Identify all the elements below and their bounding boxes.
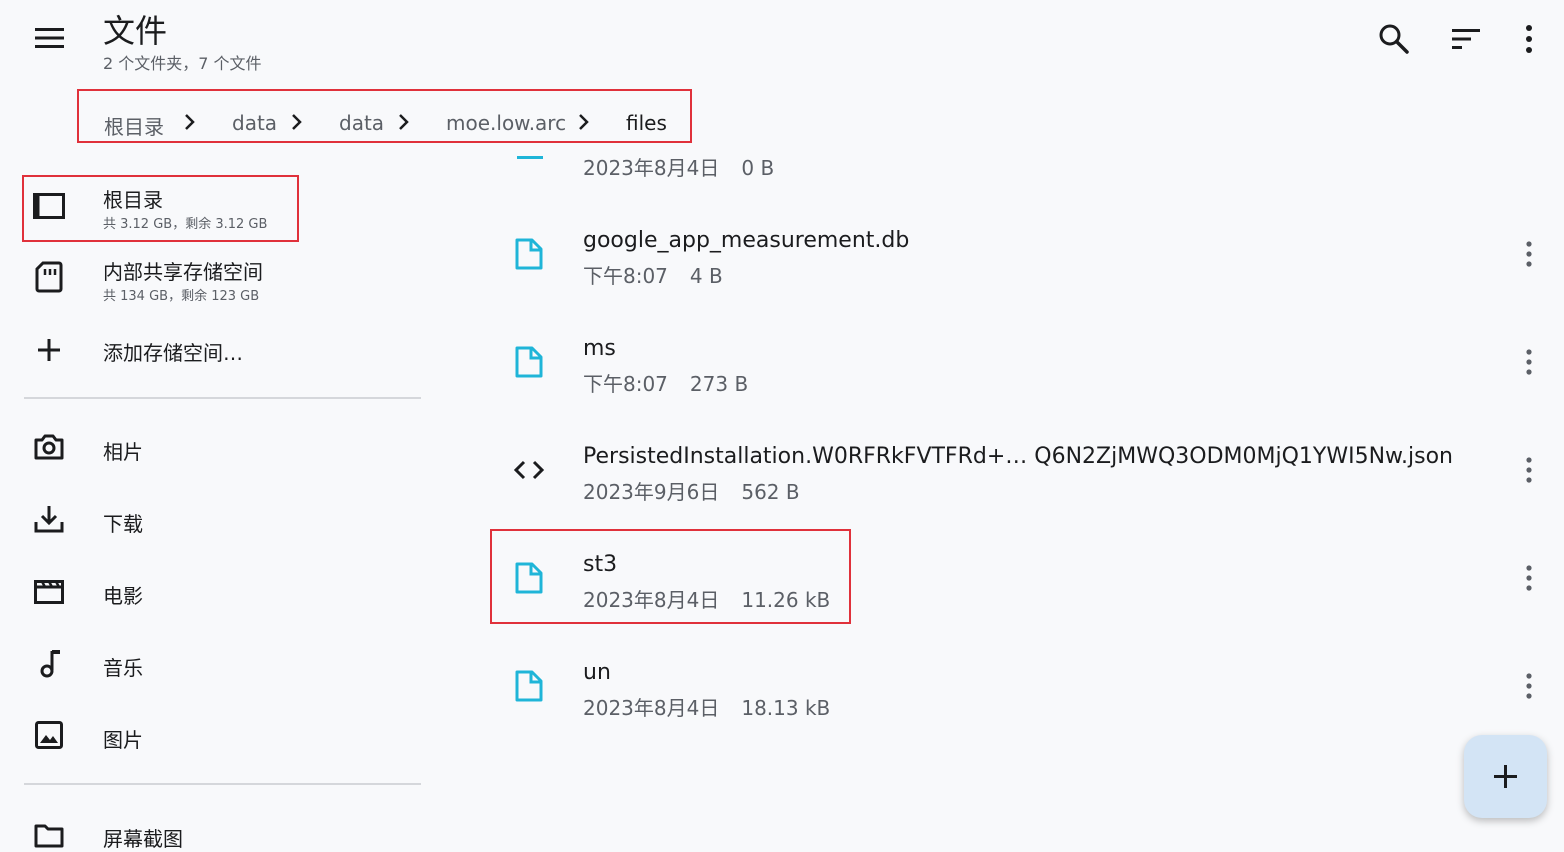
sidebar-item-label: 相片: [103, 440, 143, 464]
add-icon: [1494, 765, 1517, 788]
st3-highlight-box: [490, 529, 851, 624]
file-name: ms: [583, 336, 616, 361]
file-name: google_app_measurement.db: [583, 228, 910, 253]
add-fab-button[interactable]: [1464, 735, 1547, 818]
file-icon: [515, 238, 543, 270]
breadcrumb-item-data-2[interactable]: data: [339, 111, 384, 135]
sidebar-item-screenshots[interactable]: 屏幕截图: [24, 812, 420, 851]
sidebar-item-downloads[interactable]: 下载: [24, 498, 420, 544]
file-row[interactable]: un 2023年8月4日 18.13 kB: [492, 660, 1564, 777]
file-name: PersistedInstallation.W0RFRkFVTFRd+… Q6N…: [583, 444, 1453, 469]
more-vert-icon[interactable]: [1520, 239, 1538, 269]
download-icon: [34, 506, 64, 533]
file-icon: [517, 146, 543, 159]
root-highlight-box: [22, 175, 299, 242]
file-size: 18.13 kB: [741, 696, 831, 720]
folder-icon: [34, 824, 64, 848]
file-name: un: [583, 660, 611, 685]
breadcrumb-item-package[interactable]: moe.low.arc: [446, 111, 566, 135]
search-button[interactable]: [1377, 22, 1411, 56]
sort-icon: [1452, 29, 1480, 49]
overflow-menu-button[interactable]: [1518, 22, 1540, 56]
file-date: 2023年9月6日: [583, 480, 720, 504]
sidebar-item-label: 音乐: [103, 656, 143, 680]
file-icon: [515, 670, 543, 702]
file-meta: 下午8:07 4 B: [583, 260, 723, 289]
menu-icon: [35, 28, 64, 48]
sidebar-item-internal-storage[interactable]: 内部共享存储空间 共 134 GB，剩余 123 GB: [24, 252, 420, 312]
breadcrumb-item-data[interactable]: data: [232, 111, 277, 135]
file-size: 0 B: [741, 156, 775, 180]
storage-usage-text: 共 134 GB，剩余 123 GB: [103, 289, 260, 304]
page-subtitle: 2 个文件夹，7 个文件: [103, 54, 262, 73]
camera-icon: [34, 434, 64, 460]
file-size: 273 B: [689, 372, 749, 396]
sidebar-item-photos[interactable]: 相片: [24, 426, 420, 472]
file-icon: [515, 346, 543, 378]
menu-button[interactable]: [30, 22, 68, 54]
code-icon: [513, 460, 545, 480]
music-note-icon: [40, 650, 60, 678]
sidebar-item-pictures[interactable]: 图片: [24, 714, 420, 760]
chevron-right-icon: [292, 114, 302, 130]
sidebar-divider: [24, 783, 421, 785]
chevron-right-icon: [579, 114, 589, 130]
breadcrumb-item-root[interactable]: 根目录: [104, 111, 164, 140]
sd-card-icon: [35, 261, 63, 293]
chevron-right-icon: [185, 114, 195, 130]
page-title: 文件: [103, 12, 168, 50]
more-vert-icon[interactable]: [1520, 671, 1538, 701]
file-meta: 2023年8月4日 18.13 kB: [583, 692, 830, 721]
file-meta: 下午8:07 273 B: [583, 368, 748, 397]
breadcrumb-item-current[interactable]: files: [626, 111, 667, 135]
sidebar-item-label: 内部共享存储空间: [103, 260, 263, 284]
sidebar-item-music[interactable]: 音乐: [24, 642, 420, 688]
sidebar-divider: [24, 397, 421, 399]
file-row[interactable]: google_app_measurement.db 下午8:07 4 B: [492, 228, 1564, 345]
breadcrumb: 根目录 data data moe.low.arc files: [77, 89, 692, 143]
sidebar-item-label: 图片: [103, 728, 143, 752]
add-icon: [38, 339, 60, 361]
sort-button[interactable]: [1450, 24, 1482, 54]
more-vert-icon: [1526, 25, 1532, 53]
sidebar-item-label: 电影: [103, 584, 143, 608]
file-meta: 2023年8月4日 0 B: [583, 152, 774, 180]
more-vert-icon[interactable]: [1520, 455, 1538, 485]
file-meta: 2023年9月6日 562 B: [583, 476, 800, 505]
sidebar-item-label: 屏幕截图: [103, 827, 183, 851]
more-vert-icon[interactable]: [1520, 347, 1538, 377]
sidebar-item-movies[interactable]: 电影: [24, 570, 420, 616]
file-size: 4 B: [689, 264, 723, 288]
image-icon: [35, 721, 63, 749]
more-vert-icon[interactable]: [1520, 563, 1538, 593]
movie-icon: [34, 580, 64, 604]
chevron-right-icon: [399, 114, 409, 130]
file-row[interactable]: ms 下午8:07 273 B: [492, 336, 1564, 453]
file-row-partial[interactable]: 2023年8月4日 0 B: [492, 146, 1564, 180]
file-date: 2023年8月4日: [583, 696, 720, 720]
file-date: 下午8:07: [583, 372, 668, 396]
sidebar-item-label: 添加存储空间…: [103, 341, 243, 365]
sidebar-item-add-storage[interactable]: 添加存储空间…: [24, 328, 420, 374]
file-date: 2023年8月4日: [583, 156, 720, 180]
sidebar-item-label: 下载: [103, 512, 143, 536]
file-date: 下午8:07: [583, 264, 668, 288]
file-size: 562 B: [741, 480, 800, 504]
search-icon: [1379, 24, 1409, 54]
